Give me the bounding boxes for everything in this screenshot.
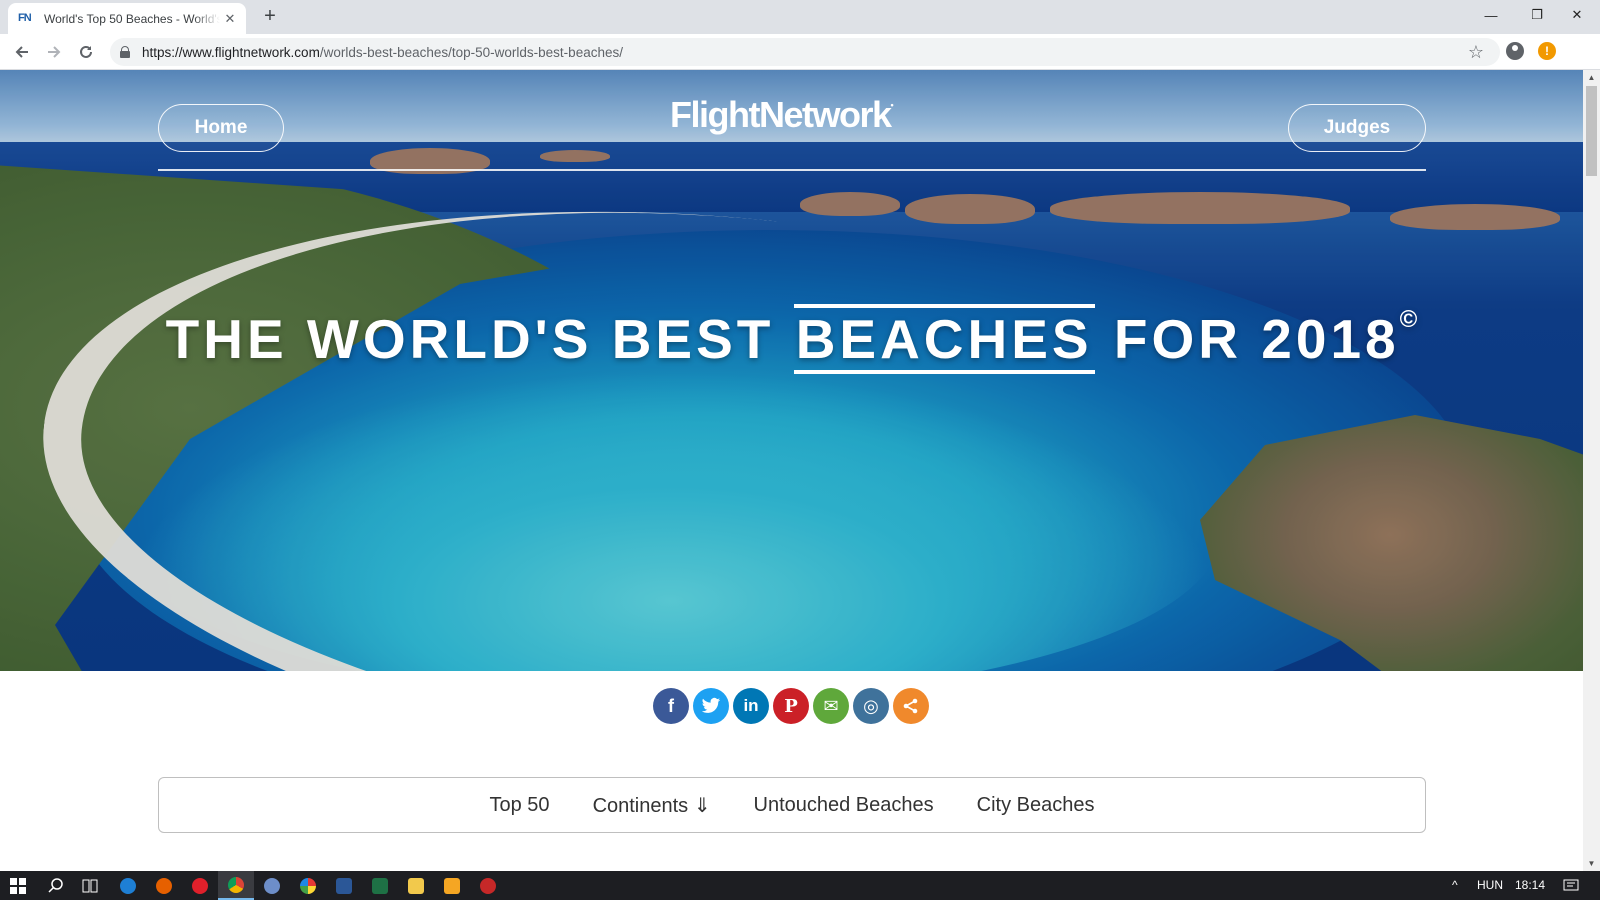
email-icon[interactable]: ✉ <box>813 688 849 724</box>
flightnetwork-logo[interactable]: FlightNetwork• <box>670 94 894 136</box>
page-scrollbar[interactable]: ▲ ▼ <box>1583 70 1600 871</box>
tab-city-beaches[interactable]: City Beaches <box>977 794 1095 817</box>
share-icon[interactable] <box>893 688 929 724</box>
language-indicator[interactable]: HUN <box>1477 878 1503 892</box>
scroll-down-icon[interactable]: ▼ <box>1583 856 1600 871</box>
instagram-icon[interactable]: ◎ <box>853 688 889 724</box>
page-headline: THE WORLD'S BEST BEACHES FOR 2018© <box>0 304 1583 374</box>
notifications-icon[interactable] <box>1553 871 1589 900</box>
pinterest-icon[interactable]: P <box>773 688 809 724</box>
flightnetwork-favicon-icon: FN <box>18 11 32 24</box>
explorer-icon[interactable] <box>398 871 434 900</box>
tab-continents[interactable]: Continents ⇓ <box>593 793 711 818</box>
task-view-icon[interactable] <box>72 871 108 900</box>
back-icon[interactable] <box>10 40 34 64</box>
new-tab-button[interactable]: + <box>258 5 282 28</box>
search-icon[interactable] <box>38 871 74 900</box>
tray-expand-icon[interactable]: ^ <box>1452 878 1458 892</box>
address-bar[interactable]: https://www.flightnetwork.com/worlds-bes… <box>110 38 1500 66</box>
browser-tab-strip: FN World's Top 50 Beaches - World's Best… <box>0 0 1600 34</box>
page-viewport: Home FlightNetwork• Judges THE WORLD'S B… <box>0 70 1583 871</box>
clock[interactable]: 18:14 <box>1515 878 1545 892</box>
notes-icon[interactable] <box>434 871 470 900</box>
forward-icon[interactable] <box>42 40 66 64</box>
beach-category-nav: Top 50 Continents ⇓ Untouched Beaches Ci… <box>158 777 1426 833</box>
minimize-button[interactable]: — <box>1468 0 1514 30</box>
edge-icon[interactable] <box>110 871 146 900</box>
linkedin-icon[interactable]: in <box>733 688 769 724</box>
media-icon[interactable] <box>470 871 506 900</box>
url-text: https://www.flightnetwork.com/worlds-bes… <box>142 44 623 60</box>
app-icon[interactable] <box>254 871 290 900</box>
hero-beach-image: Home FlightNetwork• Judges THE WORLD'S B… <box>0 70 1583 671</box>
judges-button[interactable]: Judges <box>1288 104 1426 152</box>
profile-icon[interactable] <box>1506 42 1524 60</box>
scroll-thumb[interactable] <box>1586 86 1597 176</box>
tab-top-50[interactable]: Top 50 <box>490 794 550 817</box>
chrome-icon[interactable] <box>218 871 254 900</box>
firefox-icon[interactable] <box>146 871 182 900</box>
word-icon[interactable] <box>326 871 362 900</box>
scroll-up-icon[interactable]: ▲ <box>1583 70 1600 85</box>
browser-toolbar: https://www.flightnetwork.com/worlds-bes… <box>0 34 1600 70</box>
tab-untouched-beaches[interactable]: Untouched Beaches <box>754 794 934 817</box>
home-button[interactable]: Home <box>158 104 284 152</box>
hero-divider <box>158 169 1426 171</box>
star-icon[interactable]: ☆ <box>1468 42 1484 63</box>
start-icon[interactable] <box>0 871 36 900</box>
tab-title: World's Top 50 Beaches - World's Best Be… <box>44 11 220 26</box>
share-buttons: f in P ✉ ◎ <box>653 688 929 724</box>
browser-tab-active[interactable]: FN World's Top 50 Beaches - World's Best… <box>8 3 246 34</box>
tab-close-icon[interactable]: ✕ <box>222 11 238 27</box>
alert-icon[interactable]: ! <box>1538 42 1556 60</box>
windows-taskbar: ^ HUN 18:14 <box>0 871 1600 900</box>
close-window-button[interactable]: ✕ <box>1554 0 1600 30</box>
opera-icon[interactable] <box>182 871 218 900</box>
reload-icon[interactable] <box>74 40 98 64</box>
facebook-icon[interactable]: f <box>653 688 689 724</box>
headline-highlight: BEACHES <box>793 304 1095 374</box>
excel-icon[interactable] <box>362 871 398 900</box>
photos-icon[interactable] <box>290 871 326 900</box>
twitter-icon[interactable] <box>693 688 729 724</box>
lock-icon <box>120 46 130 58</box>
